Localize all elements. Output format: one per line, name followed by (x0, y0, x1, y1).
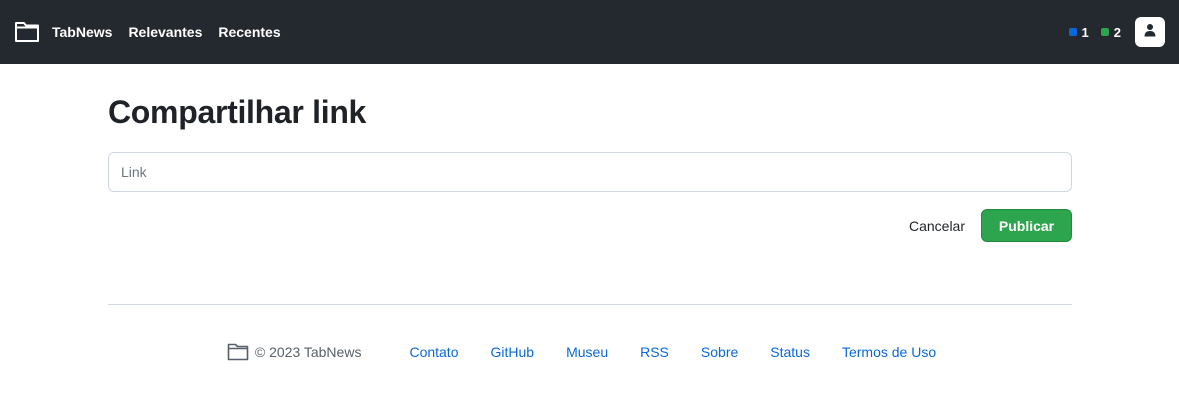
footer-divider (108, 304, 1072, 305)
footer-copyright: © 2023 TabNews (254, 344, 362, 360)
footer-link-contato[interactable]: Contato (409, 344, 458, 360)
footer: © 2023 TabNews Contato GitHub Museu RSS … (0, 340, 1179, 364)
tabcoins-counter[interactable]: 1 (1068, 24, 1089, 40)
top-navbar: TabNews Relevantes Recentes 1 2 (0, 0, 1179, 64)
header-right: 1 2 (1068, 17, 1165, 47)
nav-relevantes[interactable]: Relevantes (128, 24, 202, 40)
user-menu-button[interactable] (1135, 17, 1165, 47)
tabcash-counter[interactable]: 2 (1100, 24, 1121, 40)
footer-link-status[interactable]: Status (770, 344, 810, 360)
page-title: Compartilhar link (108, 94, 367, 130)
tabcoins-value: 1 (1081, 24, 1089, 40)
footer-link-sobre[interactable]: Sobre (701, 344, 738, 360)
folder-icon[interactable] (227, 343, 249, 361)
nav-recentes[interactable]: Recentes (218, 24, 280, 40)
tabcash-value: 2 (1113, 24, 1121, 40)
footer-link-github[interactable]: GitHub (491, 344, 535, 360)
folder-icon[interactable] (14, 21, 40, 43)
tabcash-dot (1100, 28, 1109, 36)
user-icon (1143, 23, 1157, 42)
link-input[interactable] (108, 152, 1072, 192)
footer-link-rss[interactable]: RSS (640, 344, 669, 360)
cancel-button[interactable]: Cancelar (893, 210, 981, 242)
form-actions: Cancelar Publicar (893, 209, 1072, 242)
tabcoins-dot (1068, 28, 1077, 36)
publish-button[interactable]: Publicar (981, 209, 1072, 242)
footer-brand: © 2023 TabNews (227, 343, 362, 361)
footer-link-termos[interactable]: Termos de Uso (842, 344, 936, 360)
footer-link-museu[interactable]: Museu (566, 344, 608, 360)
brand-link[interactable]: TabNews (52, 24, 112, 40)
